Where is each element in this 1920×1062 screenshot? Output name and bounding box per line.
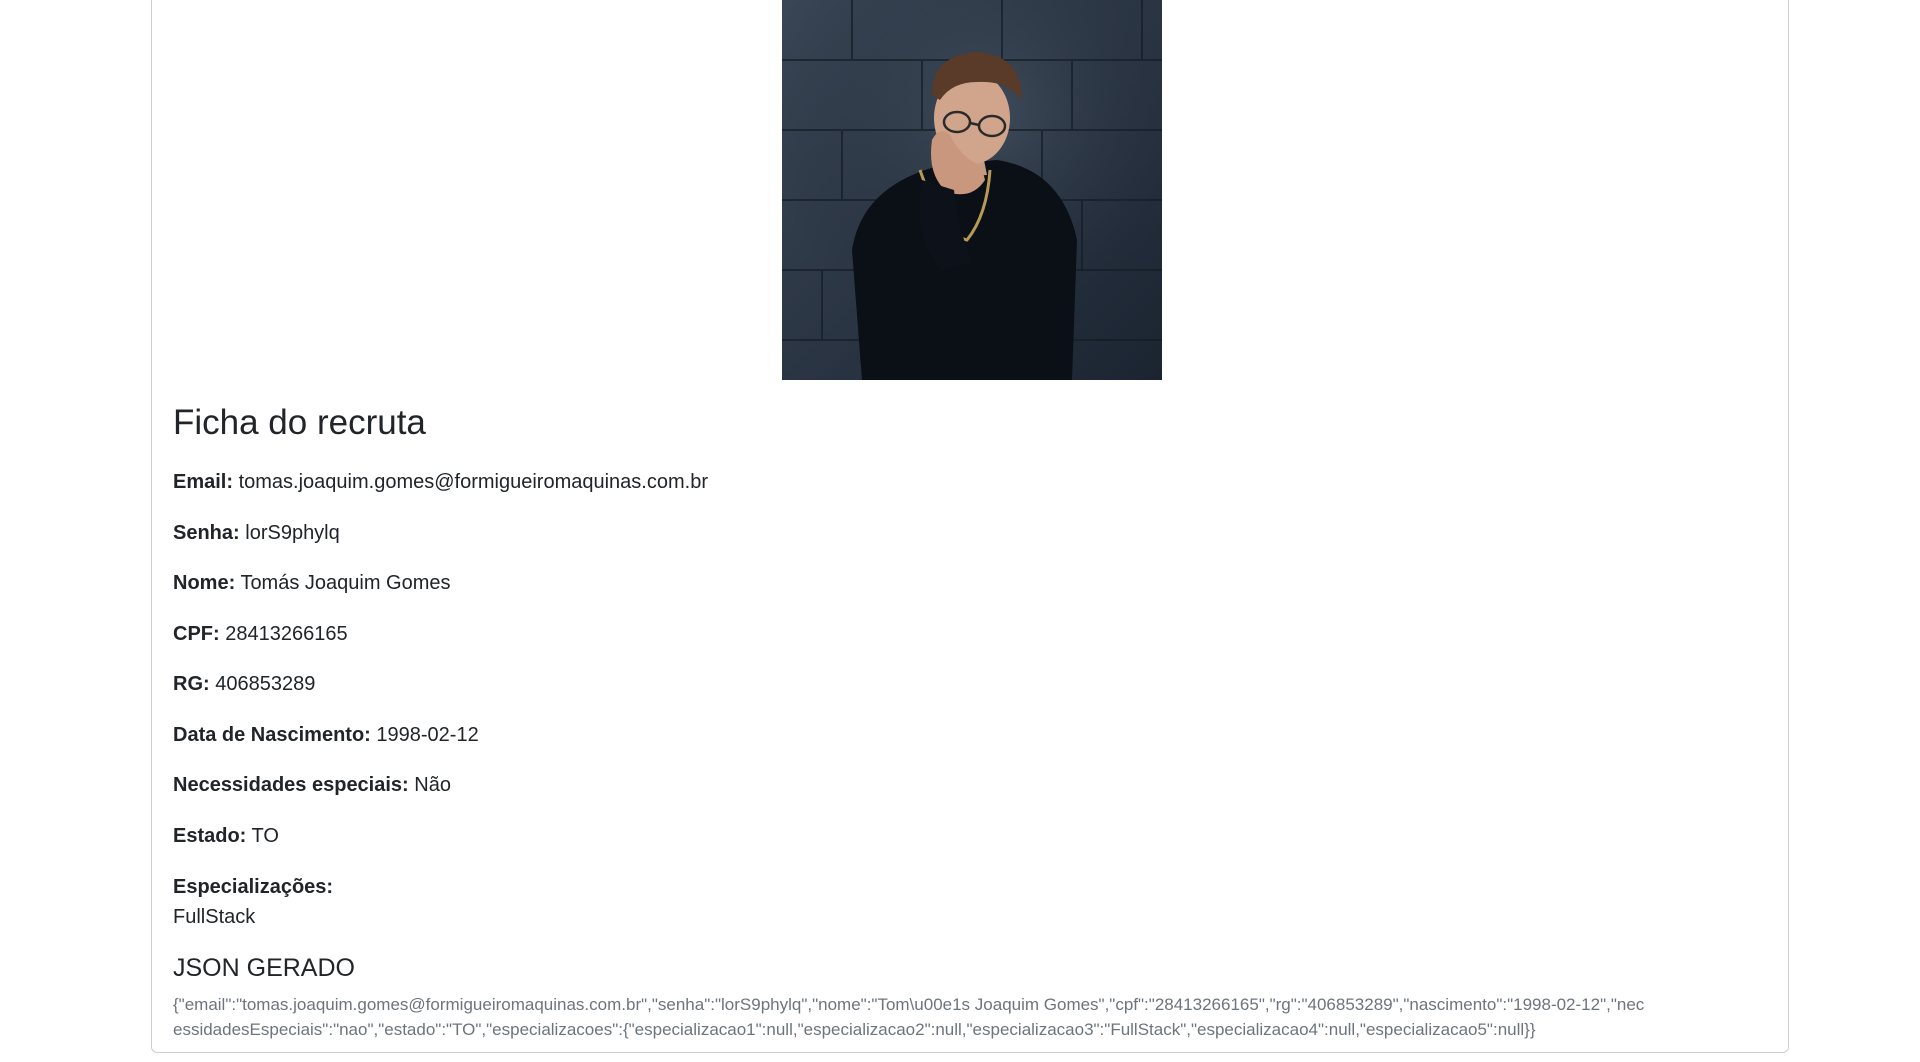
- field-label: Senha:: [173, 521, 240, 544]
- field-value: 1998-02-12: [376, 723, 479, 746]
- especializacoes-block: Especializações: FullStack: [173, 872, 1753, 932]
- especializacao-item: FullStack: [173, 906, 256, 928]
- field-label: Estado:: [173, 824, 247, 847]
- field-email: Email: tomas.joaquim.gomes@formigueiroma…: [173, 468, 1753, 496]
- json-section-title: JSON GERADO: [173, 954, 355, 982]
- field-value: 28413266165: [225, 622, 348, 645]
- field-estado: Estado: TO: [173, 822, 1753, 850]
- field-nascimento: Data de Nascimento: 1998-02-12: [173, 721, 1753, 749]
- field-value: Não: [414, 774, 451, 796]
- field-label: Necessidades especiais:: [173, 774, 409, 796]
- field-cpf: CPF: 28413266165: [173, 620, 1753, 648]
- field-necessidades: Necessidades especiais: Não: [173, 771, 1753, 799]
- field-value: 406853289: [215, 673, 316, 695]
- field-value: tomas.joaquim.gomes@formigueiromaquinas.…: [238, 471, 708, 493]
- recruit-photo: [782, 0, 1162, 380]
- field-label: Email:: [173, 471, 234, 493]
- field-value: lorS9phylq: [245, 521, 340, 544]
- recruit-details: Ficha do recruta Email: tomas.joaquim.go…: [173, 400, 1753, 1042]
- page-title: Ficha do recruta: [173, 403, 426, 442]
- field-value: TO: [251, 824, 279, 847]
- field-label: Nome:: [173, 572, 236, 594]
- person-photo-icon: [782, 0, 1162, 380]
- fields-list: Email: tomas.joaquim.gomes@formigueiroma…: [173, 468, 1753, 850]
- field-rg: RG: 406853289: [173, 670, 1753, 698]
- field-nome: Nome: Tomás Joaquim Gomes: [173, 569, 1753, 597]
- field-value: Tomás Joaquim Gomes: [240, 572, 451, 594]
- field-label: Data de Nascimento:: [173, 723, 371, 746]
- recruit-card: Ficha do recruta Email: tomas.joaquim.go…: [151, 0, 1789, 1053]
- especializacoes-label: Especializações:: [173, 876, 334, 898]
- field-label: CPF:: [173, 622, 220, 645]
- field-senha: Senha: lorS9phylq: [173, 519, 1753, 547]
- json-output: {"email":"tomas.joaquim.gomes@formigueir…: [173, 995, 1645, 1039]
- field-label: RG:: [173, 673, 210, 695]
